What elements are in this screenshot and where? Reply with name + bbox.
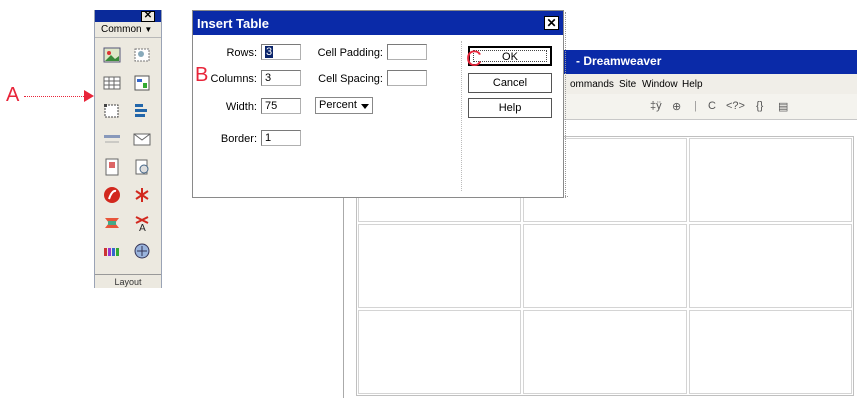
help-button-label: Help [498, 102, 522, 114]
fireworks-html-icon[interactable] [103, 214, 121, 232]
columns-input[interactable]: 3 [261, 70, 301, 86]
dialog-title-bar: Insert Table ✕ [193, 11, 563, 35]
dialog-title: Insert Table [197, 16, 270, 31]
width-input[interactable]: 75 [261, 98, 301, 114]
table-cell[interactable] [688, 224, 852, 308]
navigation-bar-icon[interactable] [133, 102, 151, 120]
help-button[interactable]: Help [468, 98, 552, 118]
table-cell[interactable] [358, 224, 522, 308]
annotation-arrow-line [24, 96, 86, 97]
annotation-arrowhead [84, 90, 94, 102]
preview-browser-icon[interactable]: ⊕ [672, 100, 681, 113]
menu-site[interactable]: Site [619, 79, 636, 90]
server-side-include-icon[interactable] [133, 242, 151, 260]
email-link-icon[interactable] [133, 130, 151, 148]
border-value: 1 [265, 132, 272, 144]
table-cell[interactable] [523, 224, 687, 308]
flash-icon[interactable] [103, 186, 121, 204]
cell-padding-input[interactable] [387, 44, 427, 60]
rows-input[interactable]: 3 [261, 44, 301, 60]
tabular-data-icon[interactable] [133, 74, 151, 92]
menu-window[interactable]: Window [642, 79, 678, 90]
panel-footer-label: Layout [95, 274, 161, 288]
layer-icon[interactable] [103, 102, 121, 120]
rollover-icon[interactable] [103, 242, 121, 260]
svg-text:A: A [139, 223, 146, 232]
horizontal-rule-icon[interactable] [103, 130, 121, 148]
flash-text-icon[interactable]: A [133, 214, 151, 232]
ok-focus-ring [473, 50, 547, 62]
annotation-b: B [195, 64, 209, 86]
toolbar-separator: | [694, 100, 697, 112]
panel-icon-grid: A [95, 38, 161, 260]
cell-spacing-input[interactable] [387, 70, 427, 86]
image-placeholder-icon[interactable] [133, 46, 151, 64]
dreamweaver-title: - Dreamweaver [576, 54, 662, 68]
table-cell[interactable] [688, 310, 852, 394]
view-options-icon[interactable]: ▤ [778, 100, 788, 113]
border-label: Border: [220, 133, 257, 145]
insert-table-dialog: Insert Table ✕ Rows: 3 Columns: 3 Width:… [192, 10, 564, 198]
menu-commands[interactable]: ommands [570, 79, 614, 90]
rows-value: 3 [265, 46, 274, 58]
panel-close-button[interactable]: ✕ [141, 11, 155, 22]
rows-label: Rows: [226, 47, 257, 59]
code-navigation-icon[interactable]: {} [756, 100, 763, 112]
panel-title-bar: ✕ [95, 10, 161, 22]
annotation-a: A [6, 84, 20, 106]
border-input[interactable]: 1 [261, 130, 301, 146]
cell-padding-label: Cell Padding: [317, 47, 383, 59]
refresh-icon[interactable]: C [708, 100, 716, 112]
cancel-button[interactable]: Cancel [468, 73, 552, 93]
image-icon[interactable] [103, 46, 121, 64]
width-label: Width: [225, 101, 257, 113]
dialog-body: Rows: 3 Columns: 3 Width: 75 Border: 1 C… [193, 35, 563, 197]
file-management-icon[interactable]: ‡ÿ [650, 100, 662, 112]
width-unit-value: Percent [319, 99, 357, 111]
cell-spacing-label: Cell Spacing: [318, 73, 383, 85]
insert-panel: ✕ Common ▼ A Layout [94, 10, 162, 288]
columns-value: 3 [265, 72, 272, 84]
dialog-close-button[interactable]: ✕ [544, 16, 559, 30]
width-unit-select[interactable]: Percent [315, 97, 373, 114]
cancel-button-label: Cancel [492, 77, 528, 89]
annotation-c: C [466, 46, 482, 71]
chevron-down-icon [361, 104, 369, 109]
reference-icon[interactable]: <?> [726, 100, 745, 112]
table-cell[interactable] [358, 310, 522, 394]
table-cell[interactable] [523, 310, 687, 394]
dialog-separator [461, 41, 462, 191]
chevron-down-icon: ▼ [144, 25, 153, 34]
flash-button-icon[interactable] [133, 186, 151, 204]
menu-help[interactable]: Help [682, 79, 703, 90]
named-anchor-icon[interactable] [103, 158, 121, 176]
table-cell[interactable] [688, 138, 852, 222]
date-icon[interactable] [133, 158, 151, 176]
panel-category-label: Common [101, 24, 142, 35]
width-value: 75 [265, 100, 278, 112]
dialog-shadow-right [565, 12, 569, 198]
panel-category-dropdown[interactable]: Common ▼ [95, 22, 161, 38]
table-icon[interactable] [103, 74, 121, 92]
